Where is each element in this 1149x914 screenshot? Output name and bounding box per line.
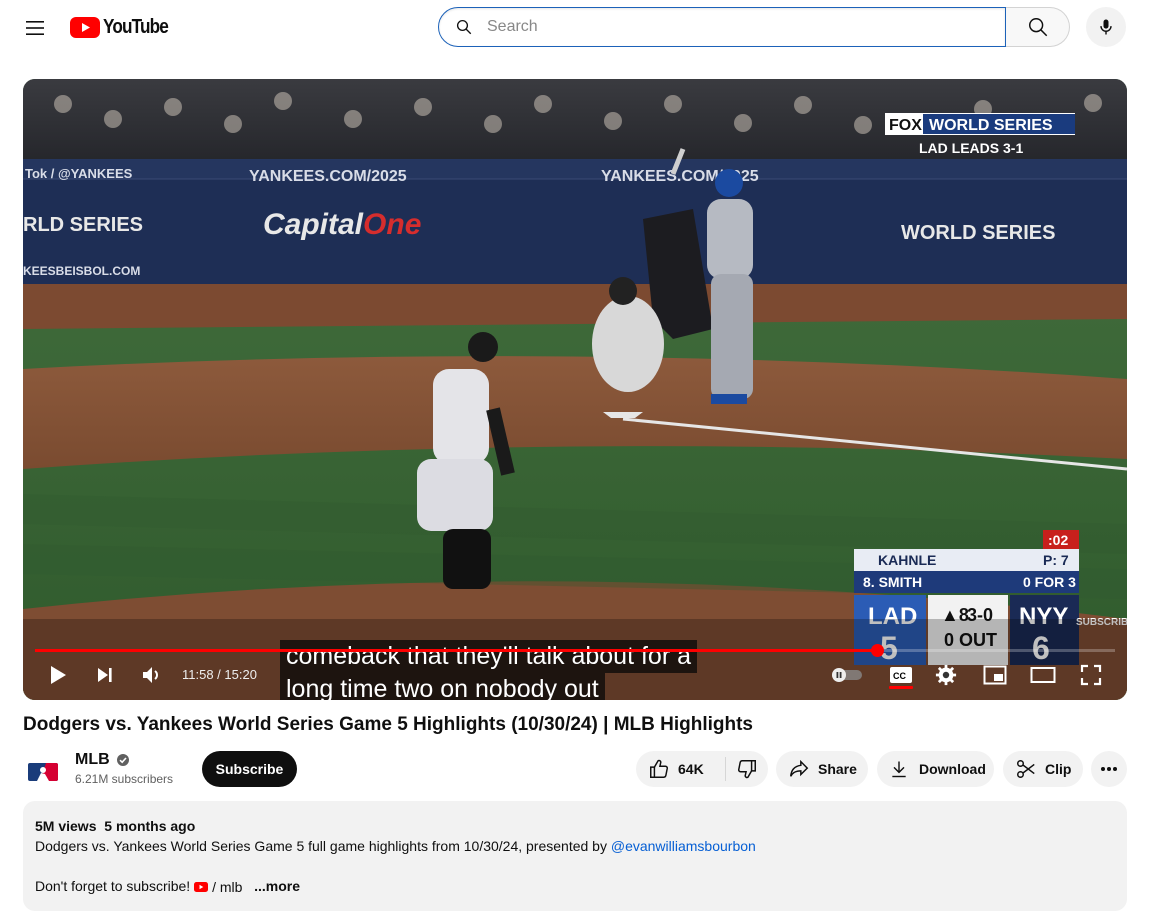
autoplay-toggle[interactable]	[829, 657, 865, 693]
batter-line: 0 FOR 3	[1023, 574, 1076, 590]
play-button[interactable]	[40, 657, 76, 693]
search-box[interactable]	[438, 7, 1006, 47]
description-text: Dodgers vs. Yankees World Series Game 5 …	[35, 836, 1115, 856]
thumbs-down-icon	[738, 760, 756, 779]
theater-icon	[1030, 667, 1056, 683]
settings-button[interactable]	[928, 657, 964, 693]
mlb-logo-icon	[28, 763, 58, 781]
cta-text: Don't forget to subscribe!	[35, 878, 195, 894]
miniplayer-icon	[983, 665, 1007, 685]
batter-name: 8. SMITH	[863, 574, 922, 590]
video-frame: Tok / @YANKEES YANKEES.COM/2025 YANKEES.…	[23, 79, 1127, 700]
youtube-mini-icon	[194, 882, 209, 893]
svg-text:CapitalOne: CapitalOne	[263, 208, 421, 241]
verified-icon	[116, 754, 129, 766]
mic-icon	[1100, 19, 1112, 35]
next-button[interactable]	[87, 657, 123, 693]
dislike-button[interactable]	[726, 758, 768, 780]
share-button[interactable]: Share	[776, 751, 868, 787]
youtube-logo[interactable]: YouTube	[70, 15, 179, 39]
logo-text: YouTube	[103, 15, 169, 38]
next-icon	[98, 668, 112, 682]
search-button[interactable]	[1006, 7, 1070, 47]
search-input[interactable]	[487, 18, 967, 36]
clip-button[interactable]: Clip	[1003, 751, 1083, 787]
channel-name[interactable]: MLB	[75, 751, 130, 769]
pitcher-name: KAHNLE	[878, 552, 936, 568]
player-controls: 11:58 / 15:20 CC	[23, 657, 1127, 697]
top-bar: YouTube	[0, 0, 1149, 56]
search-icon	[1028, 18, 1047, 37]
description-cta: Don't forget to subscribe! / mlb ...more	[35, 876, 1115, 897]
more-actions-button[interactable]	[1091, 751, 1127, 787]
description-body: Dodgers vs. Yankees World Series Game 5 …	[35, 838, 611, 854]
more-horizontal-icon	[1101, 767, 1117, 771]
autoplay-icon	[832, 668, 862, 682]
video-player[interactable]: Tok / @YANKEES YANKEES.COM/2025 YANKEES.…	[23, 79, 1127, 700]
like-count: 64K	[678, 761, 704, 777]
show-more-button[interactable]: ...more	[254, 878, 300, 894]
volume-icon	[143, 667, 158, 683]
youtube-logo-icon	[70, 16, 100, 38]
miniplayer-button[interactable]	[977, 657, 1013, 693]
video-title: Dodgers vs. Yankees World Series Game 5 …	[23, 714, 753, 735]
overlay-event: WORLD SERIES	[929, 117, 1053, 134]
download-label: Download	[919, 761, 986, 777]
search-bar	[438, 7, 1070, 47]
play-icon	[51, 666, 66, 684]
gear-icon	[935, 664, 957, 686]
captions-icon: CC	[890, 667, 912, 683]
upload-age: 5 months ago	[104, 818, 196, 834]
menu-button[interactable]	[15, 8, 55, 48]
theater-mode-button[interactable]	[1025, 657, 1061, 693]
subscriber-count: 6.21M subscribers	[75, 772, 174, 786]
description-box[interactable]: 5M views 5 months ago Dodgers vs. Yankee…	[23, 801, 1127, 911]
clip-label: Clip	[1045, 761, 1072, 777]
like-button[interactable]: 64K	[636, 757, 726, 781]
menu-icon	[26, 21, 44, 35]
like-dislike-group: 64K	[636, 751, 768, 787]
sign-beisbol: KEESBEISBOL.COM	[23, 264, 140, 278]
download-icon	[892, 761, 906, 778]
fullscreen-icon	[1080, 664, 1102, 686]
channel-avatar[interactable]	[23, 752, 63, 792]
sponsor-link[interactable]: @evanwilliamsbourbon	[611, 838, 756, 854]
captions-active-indicator	[889, 686, 913, 689]
thumbs-up-icon	[650, 759, 668, 778]
overlay-network: FOX	[889, 117, 922, 134]
download-button[interactable]: Download	[877, 751, 994, 787]
progress-played	[35, 649, 878, 652]
volume-button[interactable]	[134, 657, 170, 693]
channel-link-text: / mlb	[212, 879, 243, 896]
description-meta: 5M views 5 months ago	[35, 816, 1115, 836]
sign-url-left: YANKEES.COM/2025	[249, 168, 407, 185]
sign-social: Tok / @YANKEES	[25, 166, 133, 181]
svg-text:CC: CC	[893, 671, 906, 681]
pitch-clock: :02	[1048, 532, 1068, 548]
scissors-icon	[1017, 760, 1035, 778]
voice-search-button[interactable]	[1086, 7, 1126, 47]
time-display: 11:58 / 15:20	[182, 667, 257, 682]
fullscreen-button[interactable]	[1073, 657, 1109, 693]
overlay-series-status: LAD LEADS 3-1	[919, 140, 1023, 156]
share-label: Share	[818, 761, 857, 777]
share-icon	[790, 759, 809, 777]
svg-text:RLD SERIES: RLD SERIES	[23, 214, 143, 236]
svg-text:WORLD SERIES: WORLD SERIES	[901, 222, 1055, 244]
channel-link[interactable]: / mlb	[194, 877, 242, 897]
progress-bar[interactable]	[35, 644, 1115, 657]
channel-name-text: MLB	[75, 751, 110, 768]
view-count: 5M views	[35, 818, 97, 834]
subscribe-button[interactable]: Subscribe	[202, 751, 297, 787]
pitch-count: P: 7	[1043, 552, 1069, 568]
search-icon	[456, 19, 472, 35]
